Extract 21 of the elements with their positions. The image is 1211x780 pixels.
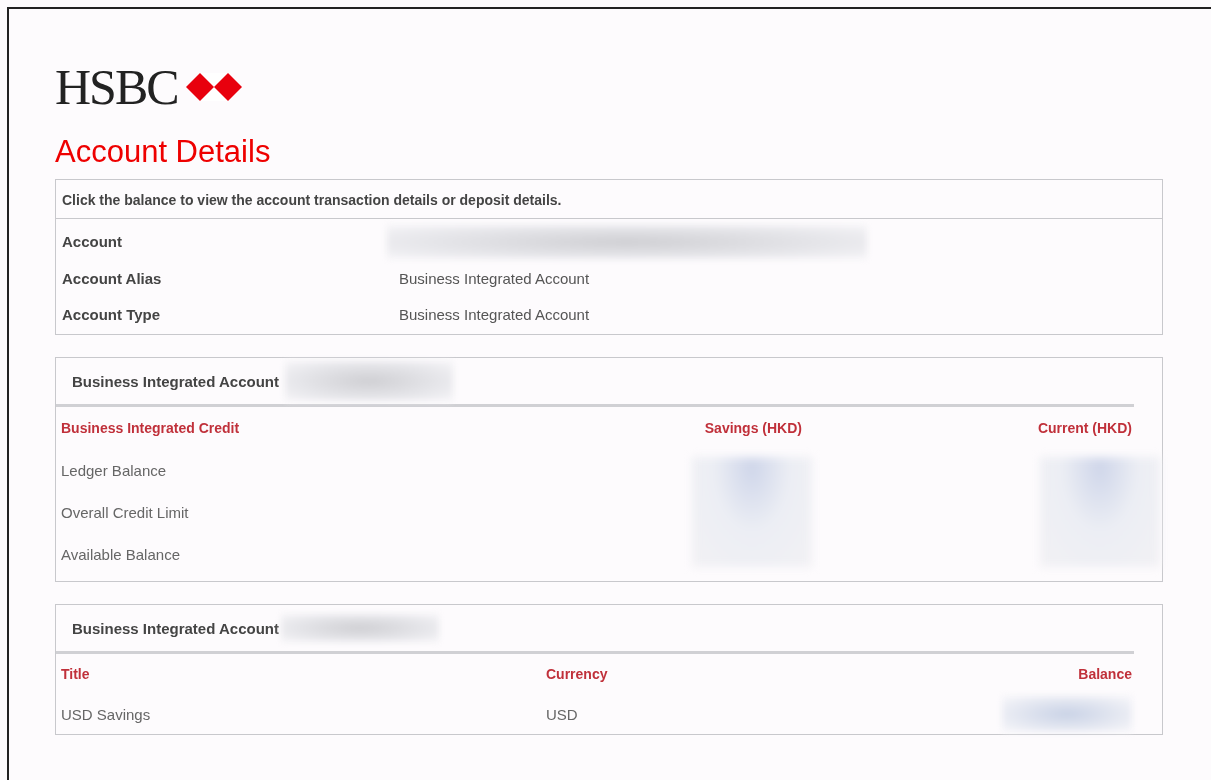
field-value: Business Integrated Account (398, 269, 590, 287)
field-label: Account Alias (61, 269, 163, 287)
section-heading: Business Integrated Account (71, 619, 279, 637)
column-header: Current (HKD) (1036, 420, 1132, 437)
row-label: Overall Credit Limit (61, 503, 190, 521)
column-header: Business Integrated Credit (61, 420, 241, 437)
column-header: Currency (546, 666, 609, 683)
table-cell-text: USD Savings (61, 705, 152, 723)
table-cell-text: USD (546, 705, 579, 723)
page-title: Account Details (55, 135, 272, 170)
column-header: Balance (1077, 666, 1132, 683)
column-header: Title (61, 666, 91, 683)
row-label: Available Balance (61, 545, 181, 563)
logo-text: HSBC (55, 62, 178, 112)
section-heading: Business Integrated Account (71, 372, 279, 390)
field-value: Business Integrated Account (398, 305, 590, 323)
instruction-text: Click the balance to view the account transaction details or deposit details. (56, 180, 1162, 220)
field-label: Account (61, 233, 123, 251)
row-label: Ledger Balance (61, 461, 168, 479)
field-label: Account Type (61, 305, 162, 323)
column-header: Savings (HKD) (703, 420, 802, 437)
